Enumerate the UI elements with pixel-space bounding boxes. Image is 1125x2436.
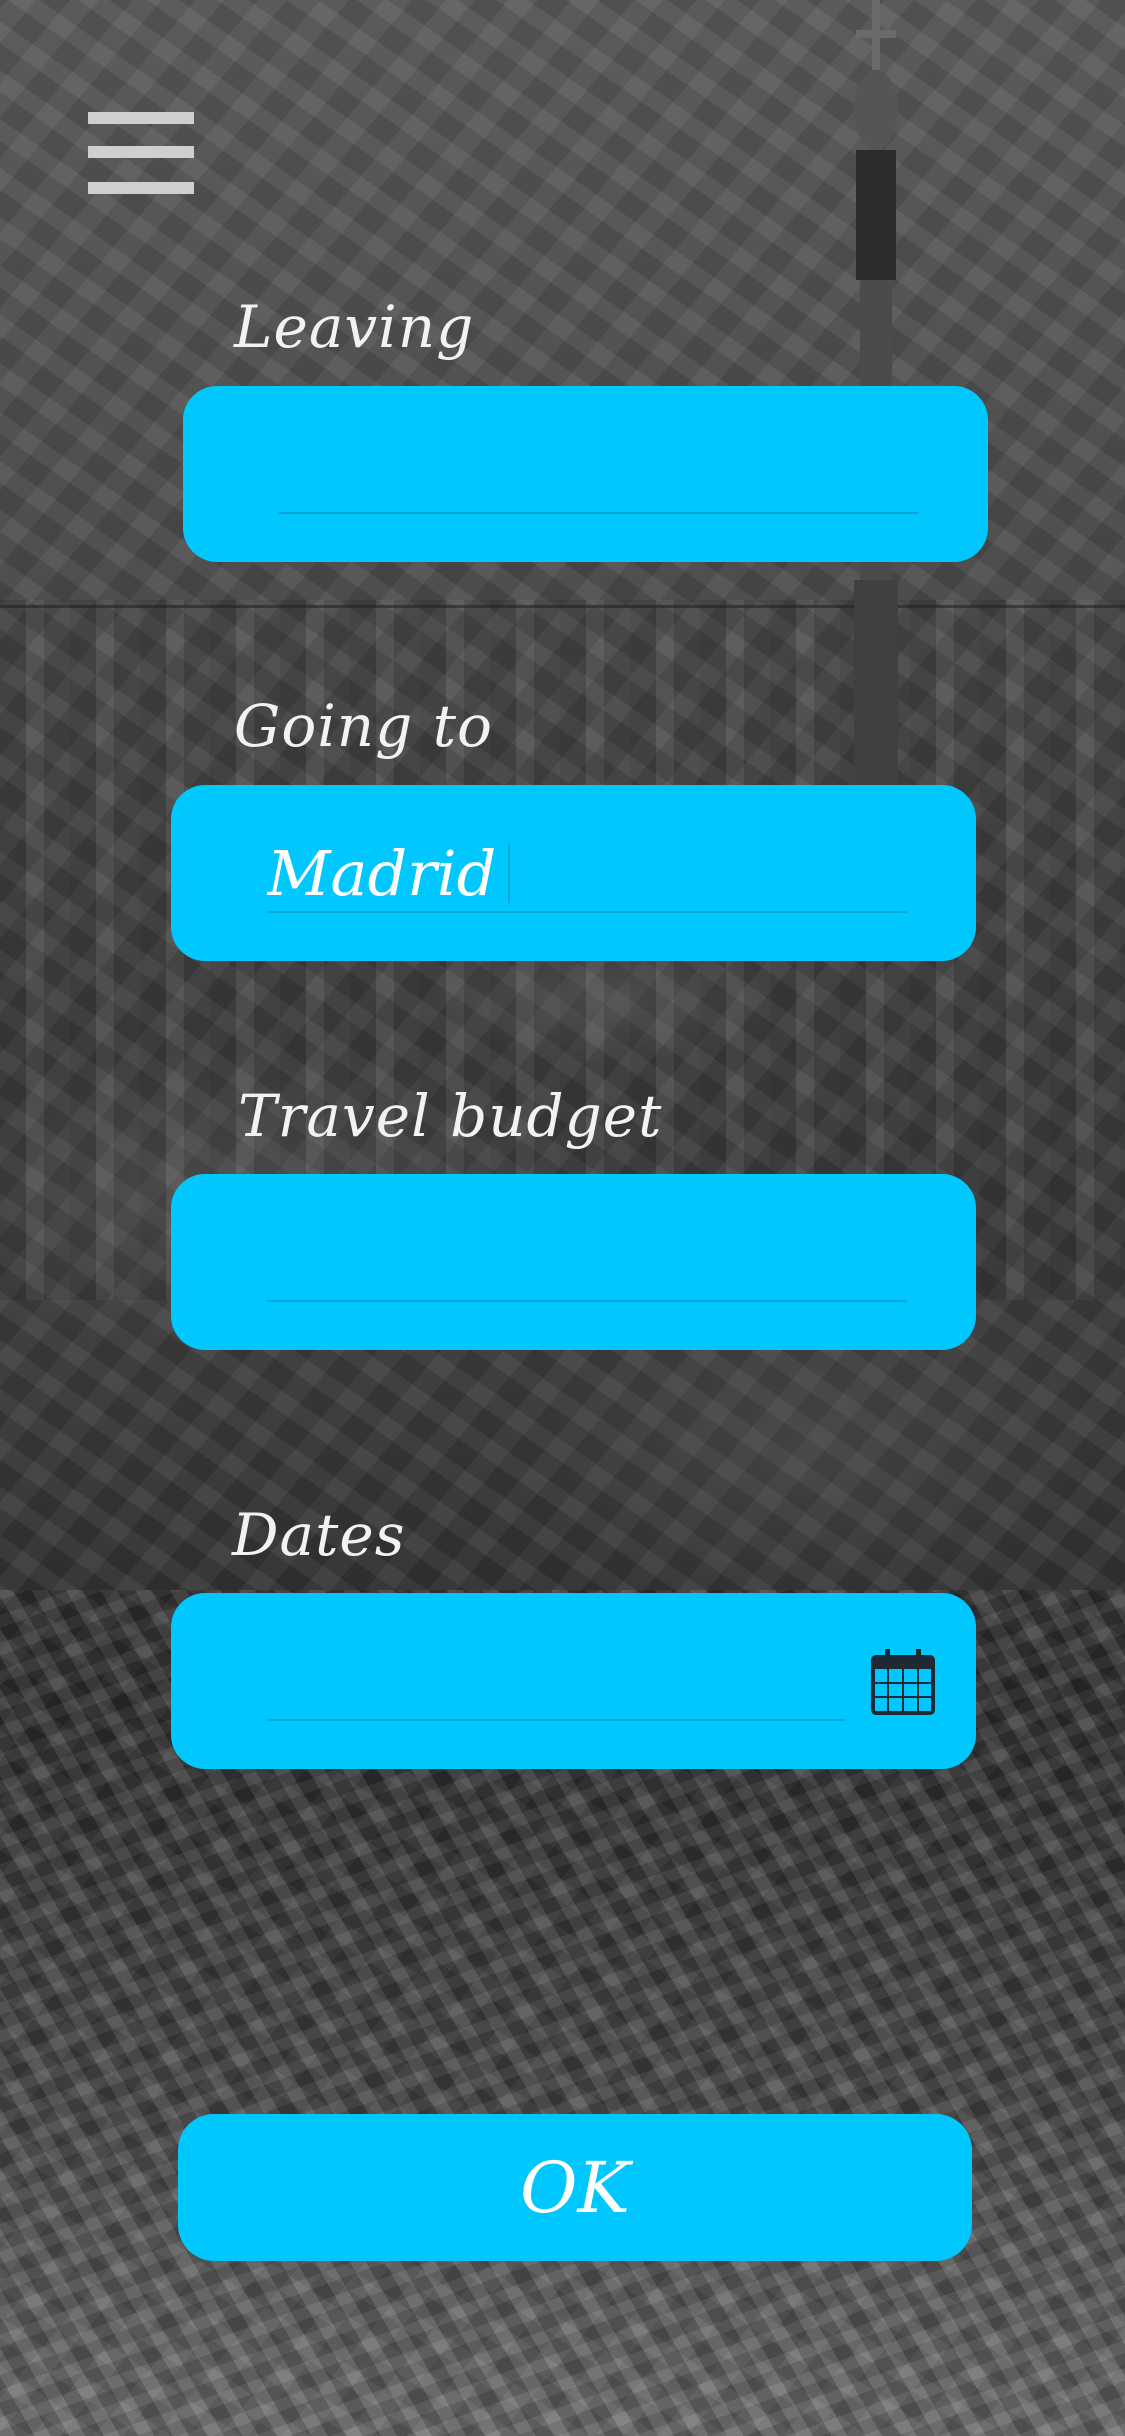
- travel-budget-input[interactable]: [267, 1218, 907, 1302]
- dates-field[interactable]: [171, 1593, 976, 1769]
- text-caret: [508, 843, 510, 903]
- dates-input[interactable]: [267, 1637, 845, 1721]
- going-to-label: Going to: [234, 692, 493, 760]
- leaving-label: Leaving: [234, 293, 475, 361]
- travel-budget-label: Travel budget: [238, 1082, 663, 1150]
- hamburger-menu-icon[interactable]: [88, 112, 194, 200]
- menu-bar-top: [88, 112, 194, 124]
- going-to-input[interactable]: [267, 829, 907, 913]
- travel-budget-field[interactable]: [171, 1174, 976, 1350]
- dates-label: Dates: [232, 1501, 406, 1569]
- leaving-input[interactable]: [279, 430, 919, 514]
- going-to-field[interactable]: [171, 785, 976, 961]
- menu-bar-middle: [88, 146, 194, 158]
- calendar-icon[interactable]: [870, 1647, 936, 1717]
- leaving-field[interactable]: [183, 386, 988, 562]
- menu-bar-bottom: [88, 182, 194, 194]
- background-horizon: [0, 605, 1125, 608]
- ok-button[interactable]: OK: [178, 2114, 972, 2261]
